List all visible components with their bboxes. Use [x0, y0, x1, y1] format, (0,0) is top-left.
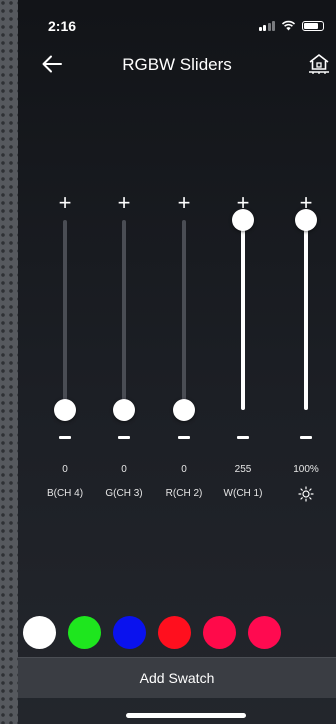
- slider-blue: + 0 B(CH 4): [45, 190, 85, 510]
- slider-green: + 0 G(CH 3): [104, 190, 144, 510]
- slider-label: G(CH 3): [105, 488, 143, 499]
- increase-button[interactable]: +: [53, 192, 77, 214]
- slider-track[interactable]: [173, 220, 195, 421]
- page-title: RGBW Sliders: [122, 55, 232, 74]
- swatch-pink[interactable]: [203, 616, 236, 649]
- slider-white: + 255 W(CH 1): [223, 190, 263, 510]
- device-frame: 2:16 RGBW Sliders + 0 B(CH 4) + 0 G(CH 3…: [0, 0, 336, 724]
- status-icons: [258, 20, 324, 31]
- slider-fill: [304, 220, 308, 410]
- status-time: 2:16: [48, 18, 77, 34]
- add-swatch-button[interactable]: Add Swatch: [18, 657, 336, 698]
- slider-red: + 0 R(CH 2): [164, 190, 204, 510]
- slider-label: W(CH 1): [223, 488, 263, 499]
- slider-value: 255: [234, 464, 252, 475]
- cellular-signal-icon: [258, 20, 275, 31]
- slider-thumb[interactable]: [232, 209, 254, 231]
- app-screen: 2:16 RGBW Sliders + 0 B(CH 4) + 0 G(CH 3…: [18, 0, 336, 724]
- home-icon[interactable]: [308, 52, 330, 76]
- swatch-red[interactable]: [158, 616, 191, 649]
- slider-brightness: + 100%: [286, 190, 326, 510]
- swatch-blue[interactable]: [113, 616, 146, 649]
- slider-value: 0: [121, 464, 127, 475]
- slider-track[interactable]: [54, 220, 76, 421]
- battery-icon: [302, 21, 324, 31]
- swatch-white[interactable]: [23, 616, 56, 649]
- wifi-icon: [281, 20, 296, 31]
- slider-value: 100%: [293, 464, 319, 475]
- slider-label: B(CH 4): [46, 488, 84, 499]
- slider-track[interactable]: [295, 209, 317, 410]
- slider-track[interactable]: [232, 209, 254, 410]
- swatch-green[interactable]: [68, 616, 101, 649]
- increase-button[interactable]: +: [172, 192, 196, 214]
- slider-track[interactable]: [113, 220, 135, 421]
- increase-button[interactable]: +: [112, 192, 136, 214]
- sun-icon: [298, 486, 314, 502]
- slider-thumb[interactable]: [173, 399, 195, 421]
- slider-thumb[interactable]: [54, 399, 76, 421]
- slider-value: 0: [181, 464, 187, 475]
- slider-fill: [241, 220, 245, 410]
- slider-value: 0: [62, 464, 68, 475]
- slider-thumb[interactable]: [295, 209, 317, 231]
- swatch-row: [23, 616, 281, 649]
- swatch-pink-2[interactable]: [248, 616, 281, 649]
- slider-label: R(CH 2): [165, 488, 203, 499]
- slider-thumb[interactable]: [113, 399, 135, 421]
- home-indicator: [126, 713, 246, 718]
